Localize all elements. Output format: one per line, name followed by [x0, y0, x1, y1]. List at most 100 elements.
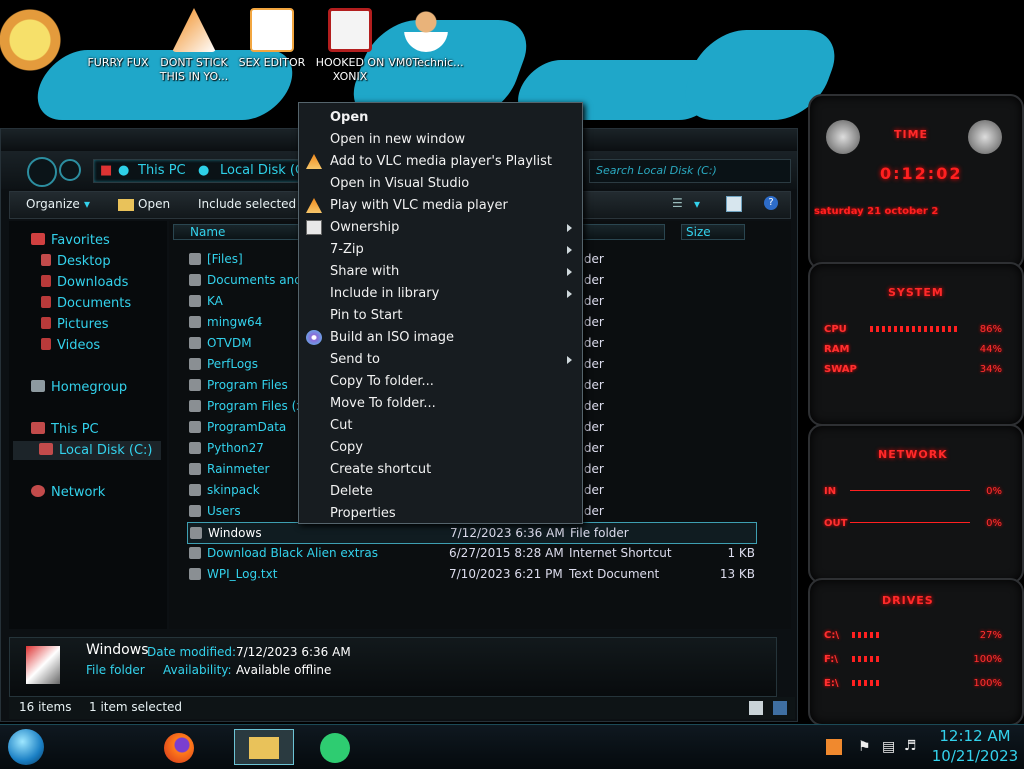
drive-icon — [39, 443, 53, 455]
organize-button[interactable]: Organize — [26, 197, 80, 211]
open-button[interactable]: Open — [138, 197, 170, 211]
start-button[interactable] — [8, 729, 44, 765]
breadcrumb-this-pc[interactable]: This PC — [138, 163, 186, 178]
menu-item-copy-to-folder[interactable]: Copy To folder... — [301, 371, 578, 393]
file-size: 1 KB — [727, 546, 755, 560]
folder-open-icon — [118, 199, 134, 211]
menu-item-create-shortcut[interactable]: Create shortcut — [301, 459, 578, 481]
menu-item-label: Open — [330, 110, 369, 125]
desktop-icon-label: HOOKED ON XONIX — [315, 56, 385, 83]
table-row[interactable]: Windows 7/12/2023 6:36 AM File folder — [187, 522, 757, 544]
menu-item-build-an-iso-image[interactable]: Build an ISO image — [301, 327, 578, 349]
file-icon — [189, 274, 201, 286]
nav-label: Downloads — [57, 275, 129, 290]
nav-pictures[interactable]: Pictures — [41, 317, 108, 332]
menu-item-properties[interactable]: Properties — [301, 503, 578, 525]
view-options-icon[interactable]: ☰ — [672, 196, 683, 210]
menu-item-delete[interactable]: Delete — [301, 481, 578, 503]
menu-item-7-zip[interactable]: 7-Zip — [301, 239, 578, 261]
homegroup-icon — [31, 380, 45, 392]
vlc-icon — [306, 154, 322, 169]
cpu-bar — [870, 326, 960, 332]
tray-app-icon[interactable] — [826, 739, 842, 755]
menu-item-send-to[interactable]: Send to — [301, 349, 578, 371]
item-count: 16 items — [19, 700, 72, 714]
menu-item-pin-to-start[interactable]: Pin to Start — [301, 305, 578, 327]
menu-item-add-to-vlc-media-player-s-playlist[interactable]: Add to VLC media player's Playlist — [301, 151, 578, 173]
network-out-value: 0% — [986, 518, 1002, 529]
desktop-icon-vm0technic[interactable]: VM0Technic... — [384, 8, 468, 70]
menu-item-open-in-visual-studio[interactable]: Open in Visual Studio — [301, 173, 578, 195]
navigation-pane: Favorites Desktop Downloads Documents Pi… — [9, 221, 167, 629]
column-header-name[interactable]: Name — [173, 224, 301, 240]
chat-app-icon[interactable] — [320, 733, 350, 763]
menu-item-cut[interactable]: Cut — [301, 415, 578, 437]
menu-item-share-with[interactable]: Share with — [301, 261, 578, 283]
taskbar-clock[interactable]: 12:12 AM — [930, 727, 1020, 745]
column-header-size[interactable]: Size — [681, 224, 745, 240]
firefox-icon[interactable] — [164, 733, 194, 763]
chevron-down-icon[interactable]: ▾ — [694, 197, 700, 211]
desktop-icon-label: SEX EDITOR — [238, 56, 306, 69]
file-explorer-taskbar-button[interactable] — [234, 729, 294, 765]
file-icon — [189, 547, 201, 559]
nav-documents[interactable]: Documents — [41, 296, 131, 311]
menu-item-open-in-new-window[interactable]: Open in new window — [301, 129, 578, 151]
nav-homegroup[interactable]: Homegroup — [31, 380, 127, 395]
file-icon — [189, 337, 201, 349]
nav-local-disk[interactable]: Local Disk (C:) — [13, 441, 161, 460]
column-header-type[interactable]: s — [569, 224, 665, 240]
chevron-right-icon[interactable]: ● — [118, 163, 129, 178]
file-type: Text Document — [569, 567, 660, 581]
network-widget-title: NETWORK — [878, 448, 948, 461]
cartoon-character-image — [0, 0, 70, 120]
nav-favorites[interactable]: Favorites — [31, 233, 110, 248]
network-in-graph — [850, 490, 970, 491]
file-icon — [189, 421, 201, 433]
network-tray-icon[interactable]: ▤ — [882, 739, 895, 755]
nav-label: Favorites — [51, 233, 110, 248]
desktop-icon-hooked-on-xonix[interactable]: HOOKED ON XONIX — [308, 8, 392, 84]
nav-this-pc[interactable]: This PC — [31, 422, 99, 437]
menu-item-label: Move To folder... — [330, 396, 436, 411]
network-out-label: OUT — [824, 518, 848, 529]
file-name: [Files] — [207, 252, 243, 266]
search-input[interactable]: Search Local Disk (C:) — [589, 159, 791, 183]
menu-item-open[interactable]: Open — [301, 107, 578, 129]
table-row[interactable]: Download Black Alien extras 6/27/2015 8:2… — [187, 543, 755, 563]
desktop-icon-furry-fux[interactable]: FURRY FUX — [76, 8, 160, 70]
volume-icon[interactable]: ♬ — [904, 738, 917, 754]
include-in-library-button[interactable]: Include selected fol — [198, 197, 302, 211]
chevron-right-icon[interactable]: ● — [198, 163, 209, 178]
help-icon[interactable]: ? — [764, 196, 778, 210]
pictures-icon — [41, 317, 51, 329]
nav-desktop[interactable]: Desktop — [41, 254, 111, 269]
preview-pane-icon[interactable] — [726, 196, 742, 212]
chevron-down-icon[interactable]: ▾ — [84, 197, 90, 211]
desktop-icon-sex-editor[interactable]: SEX EDITOR — [230, 8, 314, 70]
menu-item-ownership[interactable]: Ownership — [301, 217, 578, 239]
file-icon — [189, 295, 201, 307]
desktop-icon-dont-stick[interactable]: DONT STICK THIS IN YO... — [152, 8, 236, 84]
flag-icon[interactable]: ⚑ — [858, 739, 871, 755]
table-row[interactable]: WPI_Log.txt 7/10/2023 6:21 PM Text Documen… — [187, 564, 755, 584]
details-availability-value: Available offline — [236, 663, 332, 677]
nav-videos[interactable]: Videos — [41, 338, 100, 353]
breadcrumb-local-disk[interactable]: Local Disk (C:) — [220, 163, 300, 178]
back-button[interactable] — [27, 157, 57, 187]
large-icons-view-icon[interactable] — [773, 701, 787, 715]
nav-network[interactable]: Network — [31, 485, 105, 500]
menu-item-copy[interactable]: Copy — [301, 437, 578, 459]
menu-item-label: Add to VLC media player's Playlist — [330, 154, 553, 169]
menu-item-label: Cut — [330, 418, 353, 433]
details-view-icon[interactable] — [749, 701, 763, 715]
menu-item-move-to-folder[interactable]: Move To folder... — [301, 393, 578, 415]
menu-item-play-with-vlc-media-player[interactable]: Play with VLC media player — [301, 195, 578, 217]
file-name: skinpack — [207, 483, 260, 497]
taskbar-date[interactable]: 10/21/2023 — [930, 747, 1020, 765]
vlc-icon — [306, 198, 322, 213]
forward-button[interactable] — [59, 159, 81, 181]
menu-item-include-in-library[interactable]: Include in library — [301, 283, 578, 305]
nav-downloads[interactable]: Downloads — [41, 275, 128, 290]
menu-item-label: Send to — [330, 352, 380, 367]
